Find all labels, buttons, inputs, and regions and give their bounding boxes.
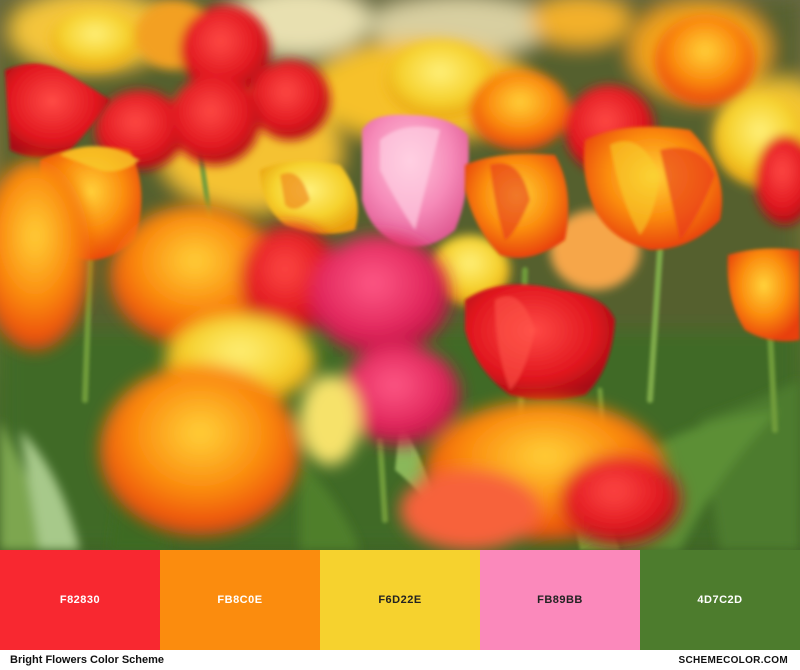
swatch-hex-label: FB89BB	[537, 594, 583, 606]
color-palette: F82830 FB8C0E F6D22E FB89BB 4D7C2D	[0, 550, 800, 650]
swatch-hex-label: FB8C0E	[217, 594, 263, 606]
swatch-pink: FB89BB	[480, 550, 640, 650]
pink-tulip	[362, 114, 469, 247]
swatch-hex-label: F82830	[59, 594, 101, 606]
swatch-hex-label: 4D7C2D	[697, 594, 743, 606]
tulip-photo	[0, 0, 800, 550]
site-link[interactable]: SCHEMECOLOR.COM	[679, 655, 789, 666]
swatch-orange: FB8C0E	[160, 550, 320, 650]
swatch-green: 4D7C2D	[640, 550, 800, 650]
footer-bar: Bright Flowers Color Scheme SCHEMECOLOR.…	[0, 650, 800, 670]
tulip-field-illustration	[0, 0, 800, 550]
swatch-red: F82830	[0, 550, 160, 650]
scheme-title: Bright Flowers Color Scheme	[10, 654, 165, 666]
swatch-hex-label: F6D22E	[378, 594, 422, 606]
swatch-yellow: F6D22E	[320, 550, 480, 650]
